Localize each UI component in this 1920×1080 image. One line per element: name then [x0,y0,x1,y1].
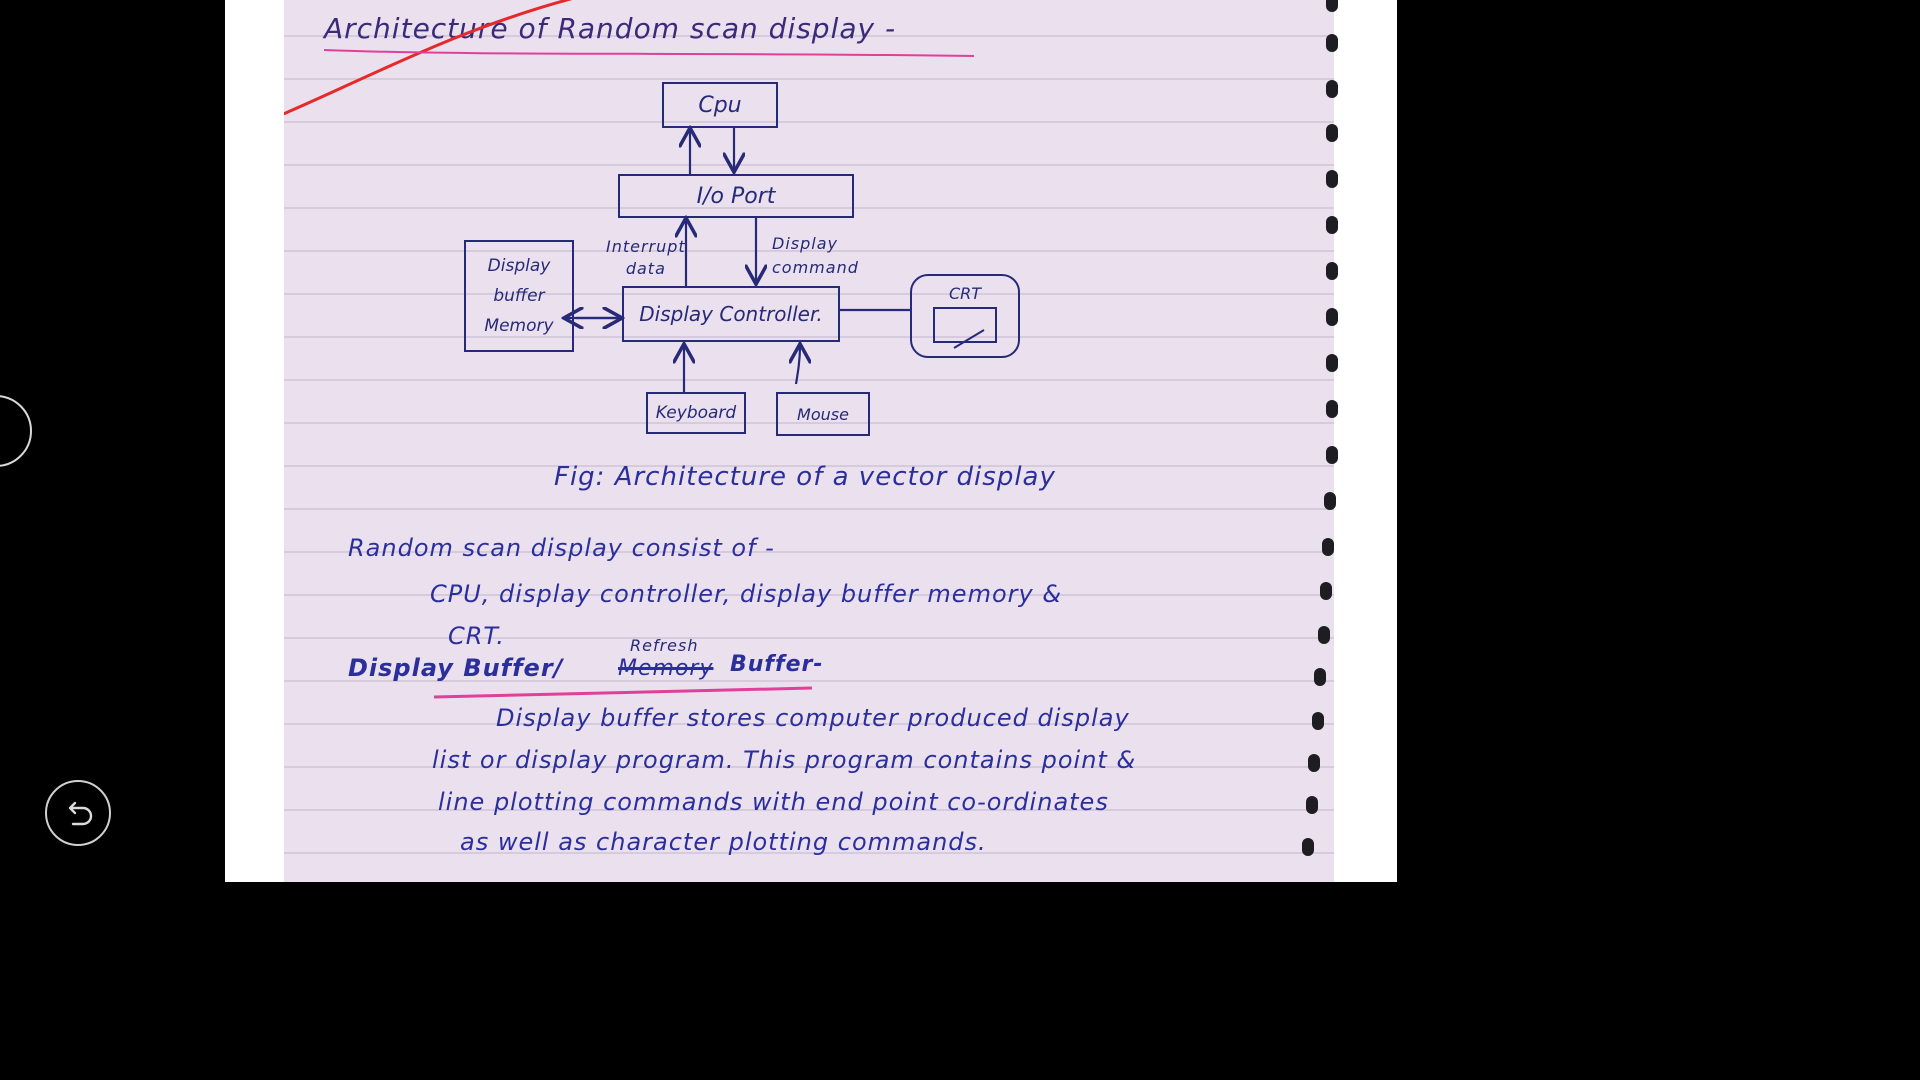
figure-caption: Fig: Architecture of a vector display [554,462,1056,492]
paragraph-line-3: line plotting commands with end point co… [438,788,1109,816]
arrow-mouse-to-controller [796,346,800,385]
paragraph-line-1: Display buffer stores computer produced … [496,704,1130,732]
back-button[interactable] [45,780,111,846]
notebook-page: Architecture of Random scan display - Cp… [284,0,1334,882]
paragraph-line-2: list or display program. This program co… [432,746,1137,774]
notes-line-2: CPU, display controller, display buffer … [430,580,1063,608]
notes-line-1: Random scan display consist of - [348,534,775,562]
undo-arrow-icon [68,801,93,826]
subheading-right: Buffer- [730,652,824,677]
subheading-highlight [433,686,813,699]
side-nav-button[interactable] [0,395,32,467]
subheading-refresh: Refresh [630,636,699,655]
crt-beam-line [953,329,985,349]
subheading-struck: Memory [618,656,714,681]
notes-line-3: CRT. [448,622,505,650]
red-pen-mark [284,0,573,116]
paragraph-line-4: as well as character plotting commands. [460,828,987,856]
subheading-left: Display Buffer/ [348,654,564,682]
